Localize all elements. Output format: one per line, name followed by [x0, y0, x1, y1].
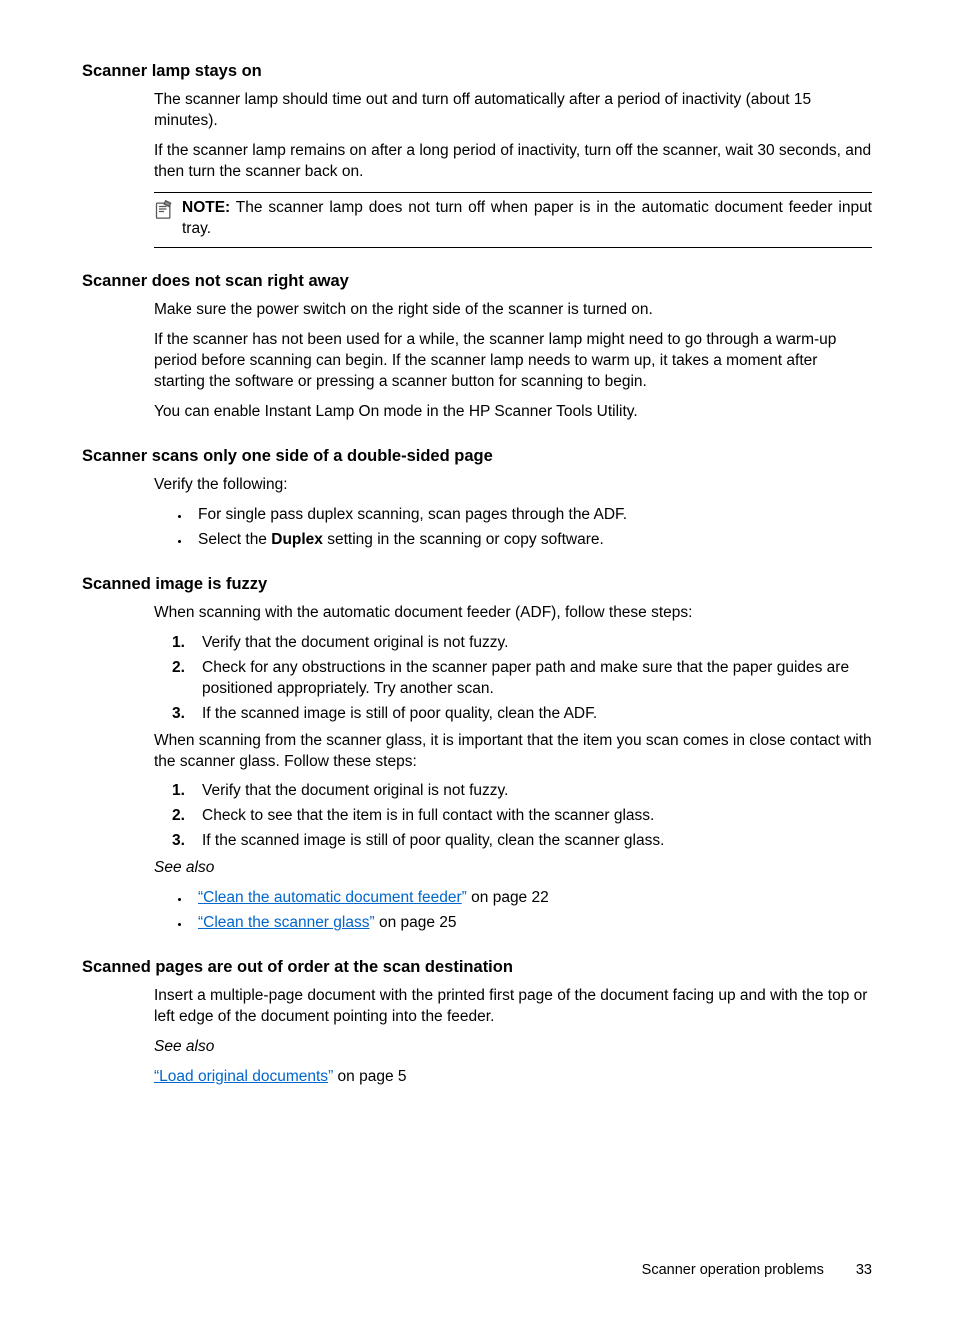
para: Make sure the power switch on the right …	[154, 300, 872, 321]
text: Verify that the document original is not…	[202, 633, 872, 654]
body-order: Insert a multiple-page document with the…	[82, 986, 872, 1088]
para: Verify the following:	[154, 475, 872, 496]
link-clean-glass[interactable]: “Clean the scanner glass	[198, 914, 369, 931]
para: The scanner lamp should time out and tur…	[154, 90, 872, 132]
num: 2.	[172, 806, 192, 827]
numbered-list: 1. Verify that the document original is n…	[164, 781, 872, 852]
para: “Load original documents” on page 5	[154, 1067, 872, 1088]
list-item: 1. Verify that the document original is n…	[164, 633, 872, 654]
bullet-list: “Clean the automatic document feeder” on…	[172, 888, 872, 934]
link-load-originals[interactable]: “Load original documents	[154, 1068, 328, 1085]
heading-fuzzy: Scanned image is fuzzy	[82, 573, 872, 595]
text: Check for any obstructions in the scanne…	[202, 658, 872, 700]
body-fuzzy: When scanning with the automatic documen…	[82, 603, 872, 934]
see-also-label: See also	[154, 1037, 872, 1058]
para: When scanning from the scanner glass, it…	[154, 731, 872, 773]
heading-one-side: Scanner scans only one side of a double-…	[82, 445, 872, 467]
see-also-label: See also	[154, 858, 872, 879]
link-text: Load original documents	[159, 1068, 328, 1085]
para: If the scanner lamp remains on after a l…	[154, 141, 872, 183]
rule	[154, 247, 872, 248]
list-item: 1. Verify that the document original is n…	[164, 781, 872, 802]
body-rightaway: Make sure the power switch on the right …	[82, 300, 872, 423]
num: 2.	[172, 658, 192, 700]
num: 1.	[172, 781, 192, 802]
para: Insert a multiple-page document with the…	[154, 986, 872, 1028]
num: 1.	[172, 633, 192, 654]
heading-lamp-stays-on: Scanner lamp stays on	[82, 60, 872, 82]
note-box: NOTE: The scanner lamp does not turn off…	[154, 196, 872, 244]
text: on page 25	[375, 914, 457, 931]
note-text: NOTE: The scanner lamp does not turn off…	[182, 198, 872, 240]
list-item: “Clean the automatic document feeder” on…	[190, 888, 872, 909]
bullet-list: For single pass duplex scanning, scan pa…	[172, 505, 872, 551]
text: For single pass duplex scanning, scan pa…	[198, 506, 627, 523]
numbered-list: 1. Verify that the document original is n…	[164, 633, 872, 725]
link-text: Clean the automatic document feeder	[203, 889, 462, 906]
text: Select the	[198, 531, 271, 548]
list-item: 3. If the scanned image is still of poor …	[164, 704, 872, 725]
list-item: “Clean the scanner glass” on page 25	[190, 913, 872, 934]
body-oneside: Verify the following: For single pass du…	[82, 475, 872, 551]
num: 3.	[172, 831, 192, 852]
note-body: The scanner lamp does not turn off when …	[182, 199, 872, 237]
list-item: For single pass duplex scanning, scan pa…	[190, 505, 872, 526]
text-bold: Duplex	[271, 531, 323, 548]
text: If the scanned image is still of poor qu…	[202, 704, 872, 725]
body-lamp: The scanner lamp should time out and tur…	[82, 90, 872, 248]
heading-out-of-order: Scanned pages are out of order at the sc…	[82, 956, 872, 978]
list-item: 2.Check for any obstructions in the scan…	[164, 658, 872, 700]
heading-not-scan-right-away: Scanner does not scan right away	[82, 270, 872, 292]
link-clean-adf[interactable]: “Clean the automatic document feeder	[198, 889, 462, 906]
text: on page 5	[333, 1068, 406, 1085]
text: If the scanned image is still of poor qu…	[202, 831, 872, 852]
rule	[154, 192, 872, 193]
page-content: Scanner lamp stays on The scanner lamp s…	[0, 0, 954, 1147]
text: Check to see that the item is in full co…	[202, 806, 872, 827]
page-number: 33	[856, 1262, 872, 1278]
list-item: 3. If the scanned image is still of poor …	[164, 831, 872, 852]
list-item: 2. Check to see that the item is in full …	[164, 806, 872, 827]
text: on page 22	[467, 889, 549, 906]
para: When scanning with the automatic documen…	[154, 603, 872, 624]
footer-label: Scanner operation problems	[642, 1262, 824, 1278]
para: If the scanner has not been used for a w…	[154, 330, 872, 393]
text: setting in the scanning or copy software…	[323, 531, 604, 548]
note-label: NOTE:	[182, 199, 230, 216]
num: 3.	[172, 704, 192, 725]
para: You can enable Instant Lamp On mode in t…	[154, 402, 872, 423]
text: Verify that the document original is not…	[202, 781, 872, 802]
link-text: Clean the scanner glass	[203, 914, 369, 931]
note-icon	[154, 198, 174, 226]
page-footer: Scanner operation problems 33	[642, 1261, 872, 1281]
list-item: Select the Duplex setting in the scannin…	[190, 530, 872, 551]
